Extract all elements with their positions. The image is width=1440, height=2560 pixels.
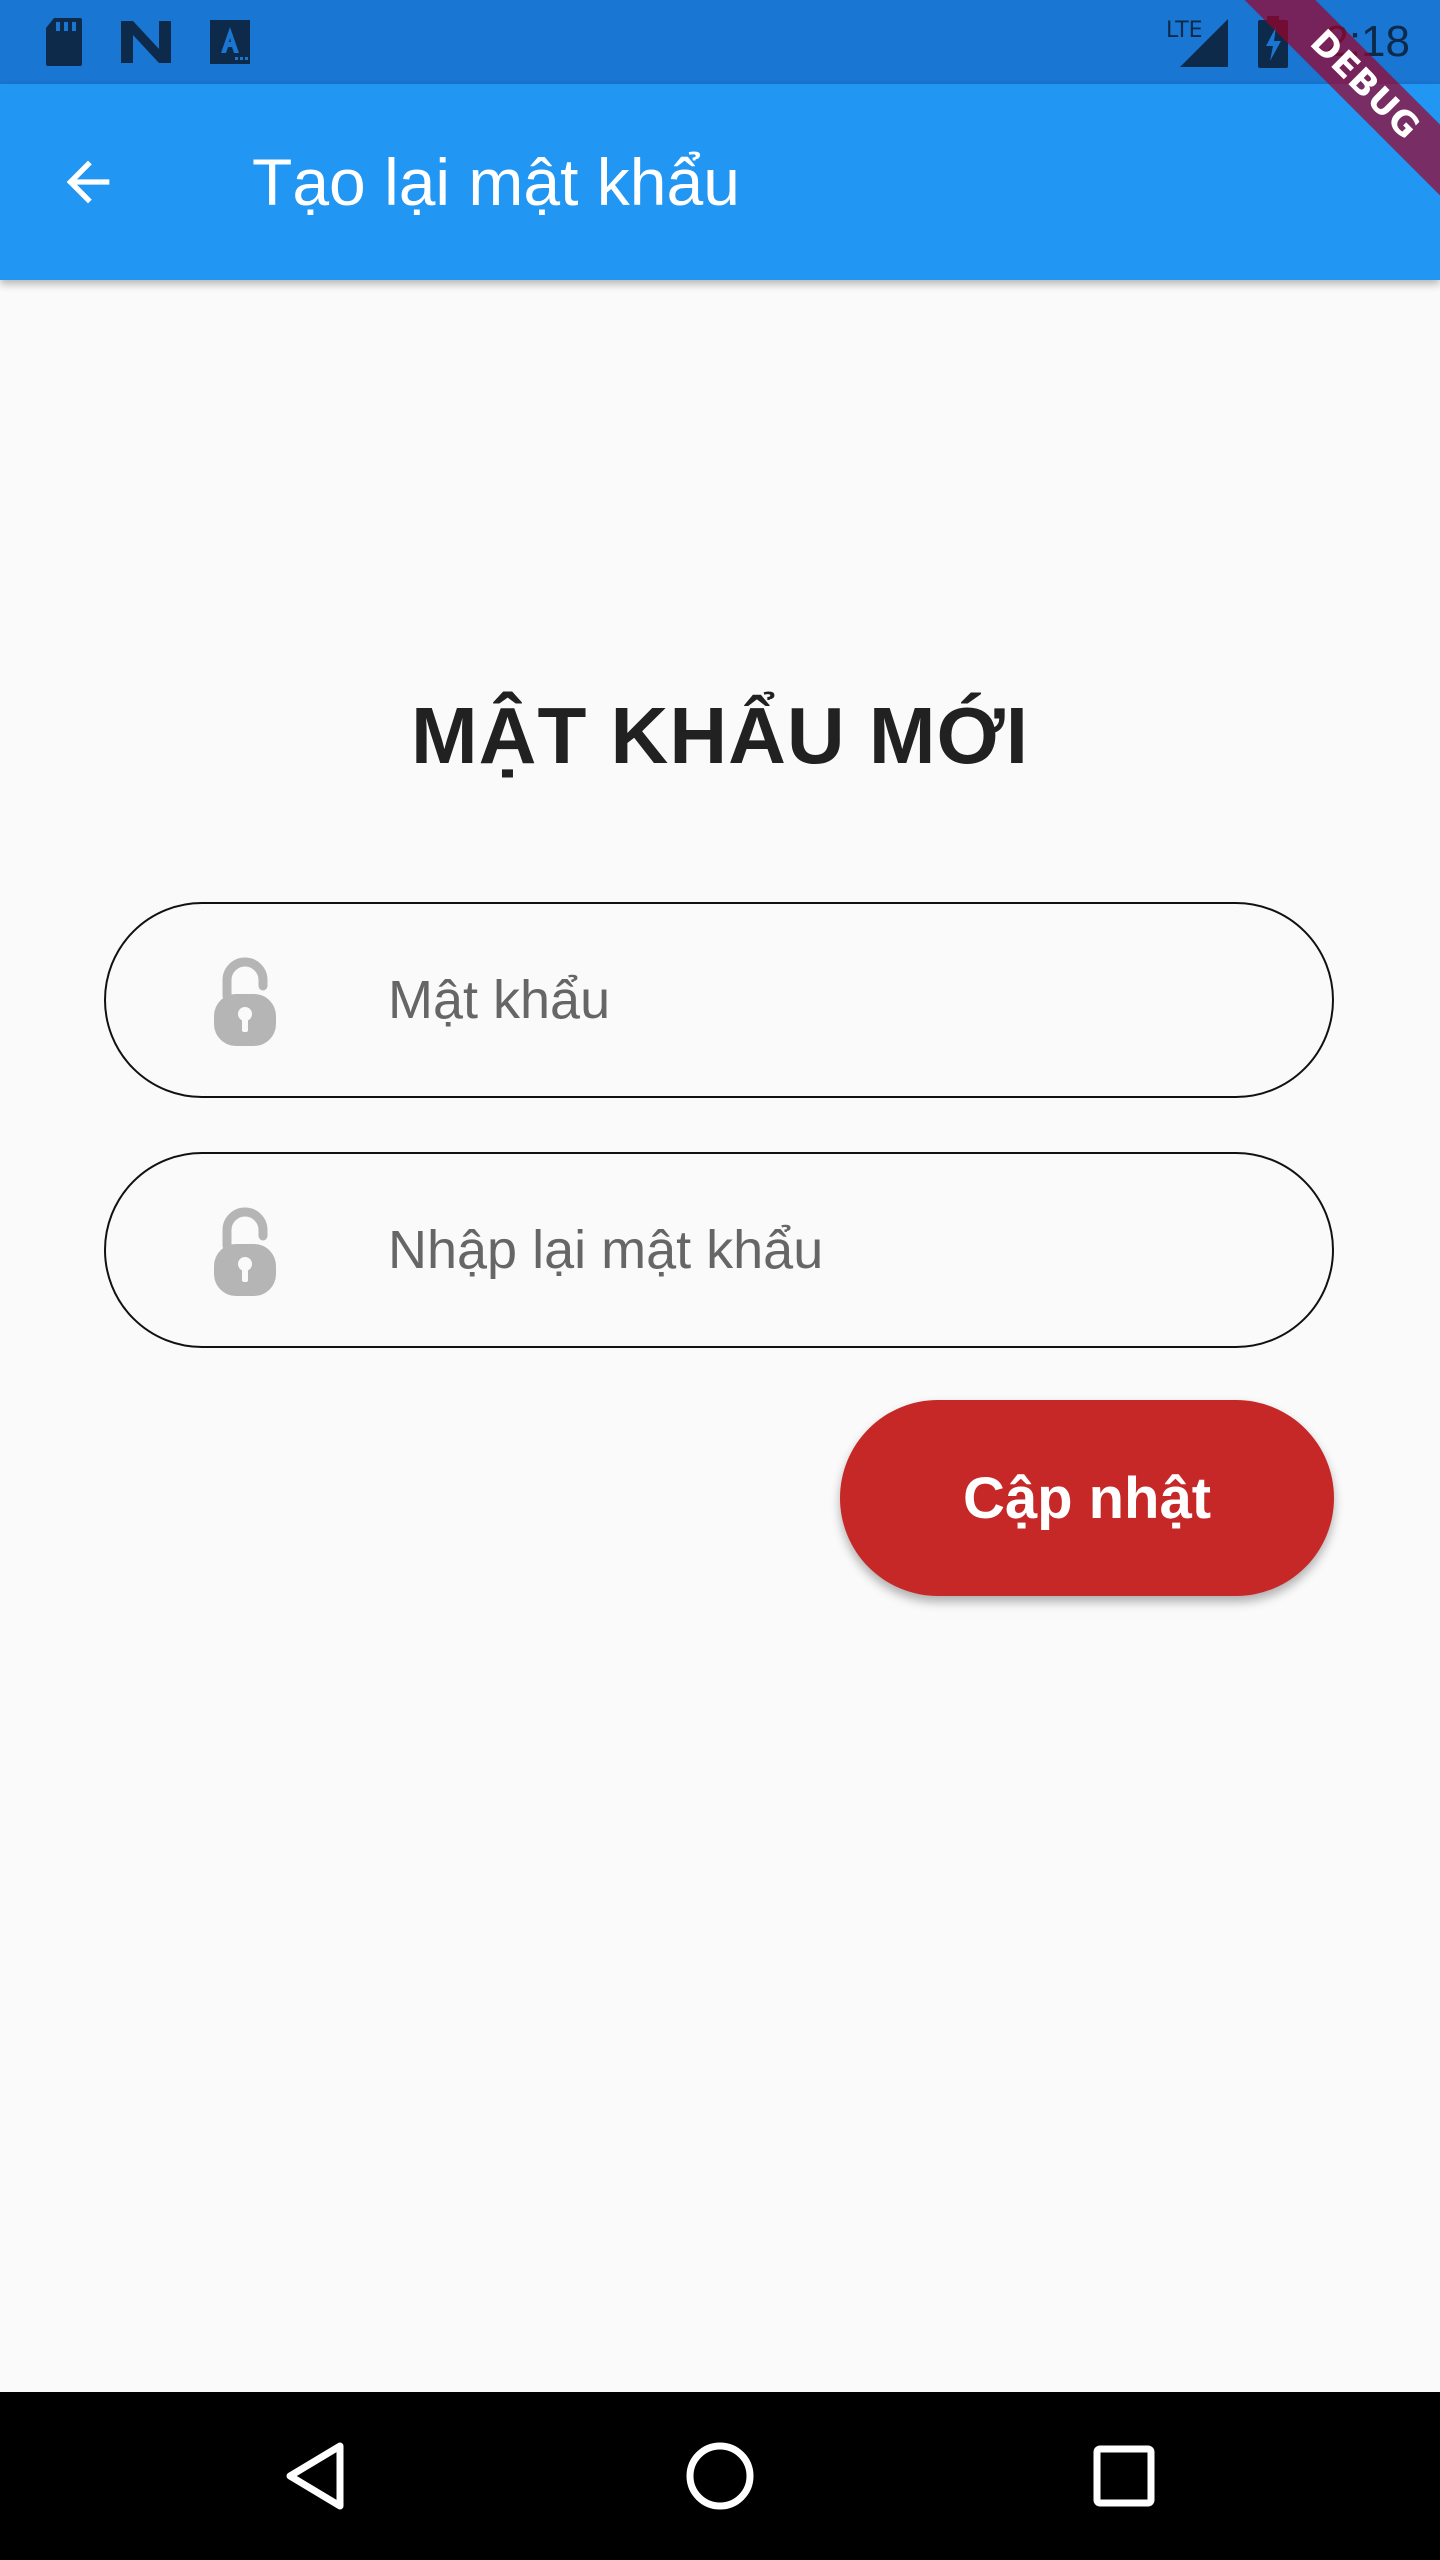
confirm-password-field[interactable] [104,1152,1334,1348]
system-nav-bar [0,2392,1440,2560]
update-button[interactable]: Cập nhật [840,1400,1334,1596]
page-title: Tạo lại mật khẩu [252,145,740,219]
password-field[interactable] [104,902,1334,1098]
password-input[interactable] [388,904,1268,1096]
form-heading: MẬT KHẨU MỚI [411,691,1029,780]
sd-card-icon [40,14,88,70]
n-logo-icon [118,14,174,70]
a-app-icon [208,14,252,70]
back-triangle-icon [286,2442,344,2510]
status-bar: LTE 2:18 [0,0,1440,84]
lock-icon [214,957,276,1046]
home-circle-icon [686,2442,754,2510]
back-button[interactable] [40,134,136,230]
nav-recents-button[interactable] [1074,2426,1174,2526]
status-time: 2:18 [1324,17,1410,66]
lte-signal-icon: LTE [1166,14,1230,70]
lte-label: LTE [1166,18,1203,43]
nav-back-button[interactable] [266,2426,366,2526]
recents-square-icon [1093,2445,1155,2507]
arrow-back-icon [66,160,110,204]
app-bar: Tạo lại mật khẩu [0,84,1440,280]
confirm-password-input[interactable] [388,1154,1268,1346]
battery-charging-icon [1256,14,1290,70]
lock-icon [214,1207,276,1296]
nav-home-button[interactable] [670,2426,770,2526]
